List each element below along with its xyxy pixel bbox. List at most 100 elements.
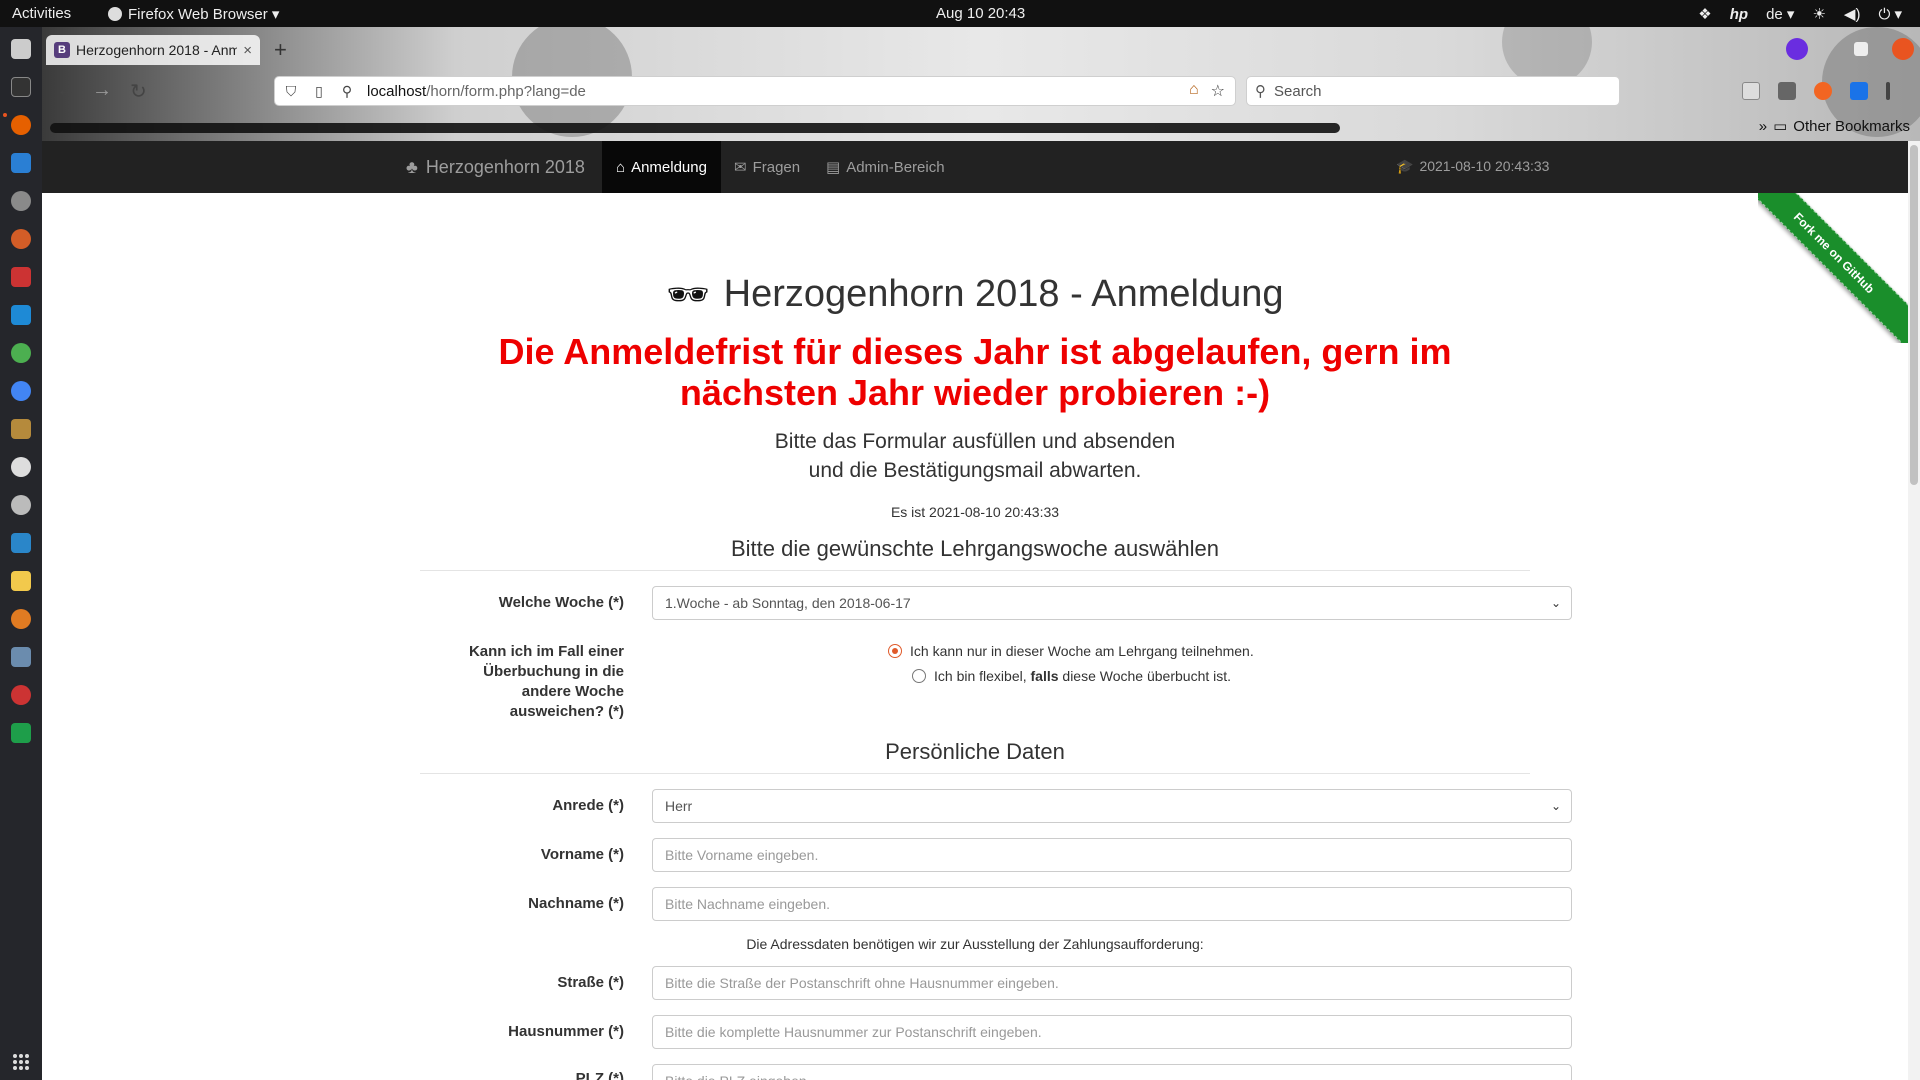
app-icon[interactable] (11, 495, 31, 515)
navbar-brand[interactable]: ♣ Herzogenhorn 2018 (406, 157, 585, 178)
app-icon[interactable] (11, 229, 31, 249)
bookmarks-toolbar: » ▭ Other Bookmarks (42, 111, 1920, 141)
tab-active[interactable]: B Herzogenhorn 2018 - Anm × (46, 35, 260, 65)
hp-icon[interactable]: hp (1730, 6, 1748, 23)
week-select[interactable]: 1.Woche - ab Sonntag, den 2018-06-17 ⌄ (652, 586, 1572, 620)
permissions-icon[interactable]: ⚲ (339, 83, 355, 99)
other-bookmarks[interactable]: » ▭ Other Bookmarks (1759, 117, 1910, 136)
spreadsheet-icon[interactable] (11, 723, 31, 743)
menu-icon[interactable] (1886, 82, 1890, 100)
home-icon[interactable]: ⌂ (1189, 81, 1199, 101)
nav-label: Admin-Bereich (846, 158, 945, 176)
pocket-icon[interactable] (1742, 82, 1760, 100)
page-icon[interactable]: ▯ (311, 83, 327, 99)
vscode-icon[interactable] (11, 305, 31, 325)
page-scrollbar[interactable] (1908, 141, 1920, 1080)
divider (420, 773, 1530, 774)
extension-icon[interactable] (1778, 82, 1796, 100)
brand-label: Herzogenhorn 2018 (425, 157, 585, 177)
close-window-icon[interactable] (1892, 38, 1914, 60)
housenr-input[interactable]: Bitte die komplette Hausnummer zur Posta… (652, 1015, 1572, 1049)
chevron-right-icon[interactable]: » (1759, 118, 1767, 135)
zip-input[interactable]: Bitte die PLZ eingeben. (652, 1064, 1572, 1080)
restore-window-icon[interactable] (1854, 42, 1868, 56)
salutation-select[interactable]: Herr ⌄ (652, 789, 1572, 823)
folder-icon: ▭ (1773, 118, 1788, 135)
camera-icon[interactable] (11, 533, 31, 553)
home-icon: ⌂ (616, 158, 626, 176)
radio-label: Ich bin flexibel, falls diese Woche über… (934, 668, 1232, 684)
url-path: /horn/form.php?lang=de (426, 82, 586, 100)
volume-icon[interactable]: ◀) (1844, 5, 1861, 23)
shield-icon[interactable]: ⛉ (283, 83, 299, 99)
radio-flexible[interactable]: Ich bin flexibel, falls diese Woche über… (912, 668, 1231, 684)
redacted-bookmarks (50, 123, 1340, 133)
flex-label: Kann ich im Fall einer Überbuchung in di… (468, 643, 624, 720)
url-host: localhost (367, 82, 427, 100)
zip-label: PLZ (*) (575, 1070, 624, 1080)
lastname-input[interactable]: Bitte Nachname eingeben. (652, 887, 1572, 921)
system-top-bar: Activities Firefox Web Browser ▾ Aug 10 … (0, 0, 1920, 27)
app-icon[interactable] (11, 343, 31, 363)
files-icon[interactable] (11, 39, 31, 59)
jetbrains-icon[interactable] (11, 267, 31, 287)
street-input[interactable]: Bitte die Straße der Postanschrift ohne … (652, 966, 1572, 1000)
dropbox-icon[interactable]: ❖ (1698, 5, 1711, 23)
app-icon[interactable] (11, 191, 31, 211)
library-icon[interactable] (11, 419, 31, 439)
clock[interactable]: Aug 10 20:43 (936, 5, 1025, 22)
week-select-value: 1.Woche - ab Sonntag, den 2018-06-17 (665, 595, 911, 611)
tree-icon: ♣ (406, 157, 418, 177)
firstname-input[interactable]: Bitte Vorname eingeben. (652, 838, 1572, 872)
thunderbird-icon[interactable] (11, 153, 31, 173)
nav-anmeldung[interactable]: ⌂ Anmeldung (602, 141, 721, 193)
street-label: Straße (*) (557, 974, 624, 991)
app-icon[interactable] (11, 571, 31, 591)
new-tab-button[interactable]: + (274, 37, 287, 63)
firefox-icon (108, 7, 122, 21)
forward-icon[interactable]: → (92, 79, 112, 102)
close-tab-icon[interactable]: × (243, 42, 252, 59)
search-icon: ⚲ (1255, 83, 1266, 100)
scrollbar-thumb[interactable] (1910, 145, 1918, 485)
activities-button[interactable]: Activities (12, 5, 71, 22)
deadline-line-1: Die Anmeldefrist für dieses Jahr ist abg… (498, 331, 1452, 372)
radio-button-checked[interactable] (888, 644, 902, 658)
divider (420, 570, 1530, 571)
tab-title: Herzogenhorn 2018 - Anm (76, 42, 238, 58)
page-title-text: Herzogenhorn 2018 - Anmeldung (723, 273, 1284, 315)
bookmark-star-icon[interactable]: ☆ (1211, 81, 1225, 101)
search-placeholder: Search (1274, 82, 1322, 100)
week-label: Welche Woche (*) (498, 594, 624, 611)
back-icon[interactable]: ← (56, 79, 76, 102)
navbar-timestamp: 🎓 2021-08-10 20:43:33 (1396, 158, 1549, 175)
timestamp-text: 2021-08-10 20:43:33 (1419, 158, 1550, 174)
deadline-alert: Die Anmeldefrist für dieses Jahr ist abg… (42, 331, 1908, 413)
app-icon[interactable] (11, 457, 31, 477)
power-icon[interactable]: ⏻ ▾ (1878, 5, 1902, 23)
nav-label: Fragen (752, 158, 801, 176)
extension-icon[interactable] (1850, 82, 1868, 100)
radio-only-this-week[interactable]: Ich kann nur in dieser Woche am Lehrgang… (888, 643, 1254, 659)
firefox-dock-icon[interactable] (11, 115, 31, 135)
extension-icon[interactable] (1786, 38, 1808, 60)
instructions: Bitte das Formular ausfüllen und absende… (42, 427, 1908, 485)
app-menu[interactable]: Firefox Web Browser ▾ (108, 5, 279, 23)
url-bar[interactable]: ⛉ ▯ ⚲ localhost/horn/form.php?lang=de ⌂ … (274, 76, 1236, 106)
app-icon[interactable] (11, 609, 31, 629)
reload-icon[interactable]: ↻ (130, 79, 147, 104)
app-icon[interactable] (11, 647, 31, 667)
brightness-icon[interactable]: ☀ (1812, 5, 1825, 23)
brave-icon[interactable] (1814, 82, 1832, 100)
show-applications-icon[interactable] (13, 1054, 29, 1070)
keyboard-layout[interactable]: de ▾ (1766, 5, 1794, 23)
terminal-icon[interactable] (11, 77, 31, 97)
radio-button[interactable] (912, 669, 926, 683)
current-time: Es ist 2021-08-10 20:43:33 (890, 504, 1060, 520)
nav-admin[interactable]: ▤ Admin-Bereich (812, 141, 959, 193)
app-icon[interactable] (11, 685, 31, 705)
chevron-down-icon: ⌄ (1550, 596, 1561, 610)
chrome-icon[interactable] (11, 381, 31, 401)
nav-fragen[interactable]: ✉ Fragen (720, 141, 814, 193)
search-input[interactable]: ⚲ Search (1246, 76, 1620, 106)
